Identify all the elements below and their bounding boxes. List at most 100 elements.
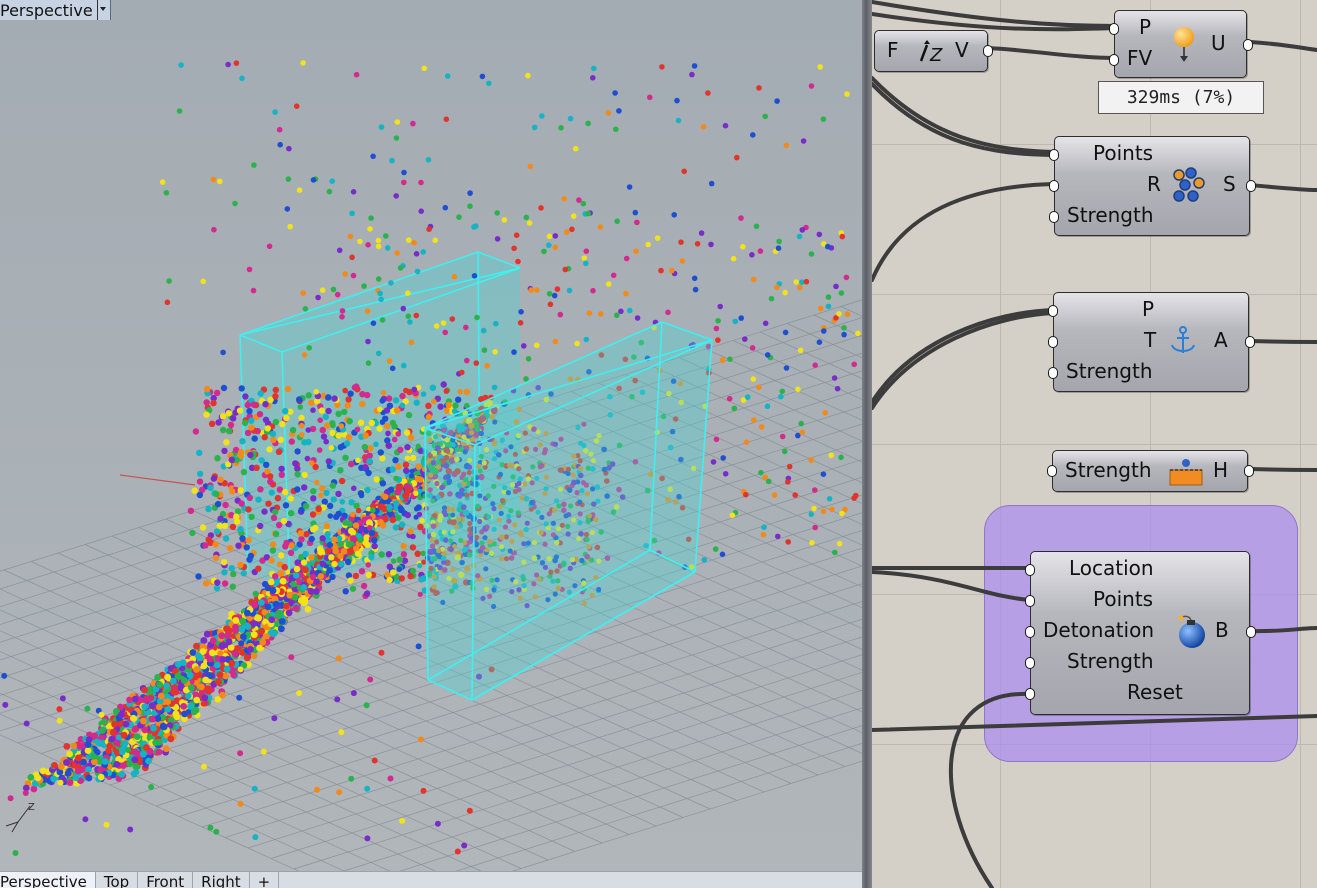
- particle: [749, 252, 755, 258]
- output-port-h[interactable]: [1244, 465, 1254, 477]
- anchor-component[interactable]: P T Strength A: [1048, 292, 1255, 392]
- input-port-fv[interactable]: [1109, 54, 1119, 66]
- input-port-t[interactable]: [1048, 336, 1058, 348]
- particle: [357, 419, 365, 426]
- particle: [237, 800, 244, 807]
- particle: [82, 816, 89, 823]
- tab-add[interactable]: +: [250, 872, 280, 888]
- particle: [294, 448, 301, 455]
- particle: [317, 550, 324, 556]
- output-port-s[interactable]: [1246, 180, 1256, 192]
- input-port-r[interactable]: [1049, 180, 1059, 192]
- particle: [331, 395, 338, 402]
- tab-perspective[interactable]: Perspective: [0, 872, 96, 888]
- particle: [342, 387, 349, 394]
- particle: [364, 308, 371, 314]
- particle: [838, 454, 844, 461]
- particle: [251, 162, 257, 168]
- input-port-strength[interactable]: [1048, 367, 1058, 379]
- particle: [400, 305, 407, 312]
- input-port-p[interactable]: [1048, 305, 1058, 317]
- particle: [623, 290, 629, 297]
- input-port-points[interactable]: [1025, 595, 1035, 607]
- particle: [330, 422, 336, 429]
- particle: [349, 535, 357, 542]
- particle: [220, 559, 228, 566]
- particle: [246, 407, 253, 415]
- particle: [590, 75, 596, 81]
- value-output-port[interactable]: [983, 45, 993, 57]
- particle: [841, 331, 847, 338]
- floor-component[interactable]: Strength H: [1047, 450, 1254, 492]
- input-label-p: P: [1142, 297, 1155, 321]
- input-port-reset[interactable]: [1025, 688, 1035, 700]
- particle: [484, 363, 491, 369]
- particle: [851, 361, 857, 368]
- input-port-points[interactable]: [1049, 149, 1059, 161]
- input-port-detonation[interactable]: [1025, 626, 1035, 638]
- tab-right[interactable]: Right: [193, 872, 250, 888]
- particle: [318, 407, 326, 414]
- particle: [765, 478, 772, 485]
- value-component[interactable]: F Z V: [874, 30, 993, 72]
- particle: [242, 393, 249, 400]
- input-port-strength[interactable]: [1025, 657, 1035, 669]
- particle: [463, 324, 469, 331]
- particle: [492, 349, 499, 355]
- particle: [268, 557, 275, 564]
- tab-top[interactable]: Top: [96, 872, 139, 888]
- particle: [467, 203, 473, 209]
- particle: [255, 565, 262, 572]
- particle: [486, 80, 492, 87]
- particle: [740, 243, 746, 250]
- particle: [708, 180, 715, 187]
- panel-splitter[interactable]: [862, 0, 872, 888]
- unary-force-component[interactable]: P FV U: [1109, 10, 1253, 78]
- particle: [414, 475, 422, 483]
- input-port-strength[interactable]: [1047, 465, 1057, 477]
- particle: [106, 742, 114, 750]
- particle: [386, 504, 393, 511]
- particle: [237, 666, 244, 673]
- particle: [75, 754, 82, 762]
- output-port-a[interactable]: [1245, 336, 1255, 348]
- grasshopper-canvas[interactable]: F Z V P FV U 329ms (7%) Points R Strengt…: [872, 0, 1317, 888]
- particle: [236, 407, 244, 414]
- collide-component[interactable]: Points R Strength S: [1049, 136, 1256, 236]
- particle: [319, 535, 326, 542]
- output-port-b[interactable]: [1246, 626, 1256, 638]
- particle: [722, 122, 729, 129]
- particle: [282, 407, 289, 415]
- viewport-menu-caret-icon[interactable]: [96, 0, 108, 20]
- particle: [552, 244, 559, 251]
- viewport-title[interactable]: Perspective: [0, 0, 111, 20]
- input-port-p[interactable]: [1109, 23, 1119, 35]
- particle: [232, 627, 240, 634]
- rhino-viewport[interactable]: Z Perspective Perspective Top Front Righ…: [0, 0, 862, 888]
- particle: [456, 214, 462, 220]
- particle: [217, 515, 224, 522]
- particle: [179, 659, 187, 666]
- particle: [272, 393, 279, 400]
- particle: [352, 572, 360, 580]
- particle: [421, 559, 427, 565]
- particle: [241, 419, 249, 427]
- particle: [337, 540, 344, 548]
- bomb-component[interactable]: Location Points Detonation Strength Rese…: [1025, 551, 1256, 715]
- tab-front[interactable]: Front: [138, 872, 194, 888]
- output-port-u[interactable]: [1243, 39, 1253, 51]
- x-axis-line: [119, 474, 196, 486]
- particle: [378, 551, 385, 558]
- particle: [196, 449, 203, 456]
- particle: [385, 430, 391, 437]
- particle: [109, 728, 117, 736]
- particle: [268, 489, 275, 496]
- particle: [85, 766, 92, 773]
- particle: [710, 459, 717, 465]
- input-port-location[interactable]: [1025, 564, 1035, 576]
- particle: [118, 711, 125, 719]
- particle: [282, 502, 290, 509]
- particle: [113, 761, 121, 768]
- particle: [287, 510, 295, 517]
- input-port-strength[interactable]: [1049, 211, 1059, 223]
